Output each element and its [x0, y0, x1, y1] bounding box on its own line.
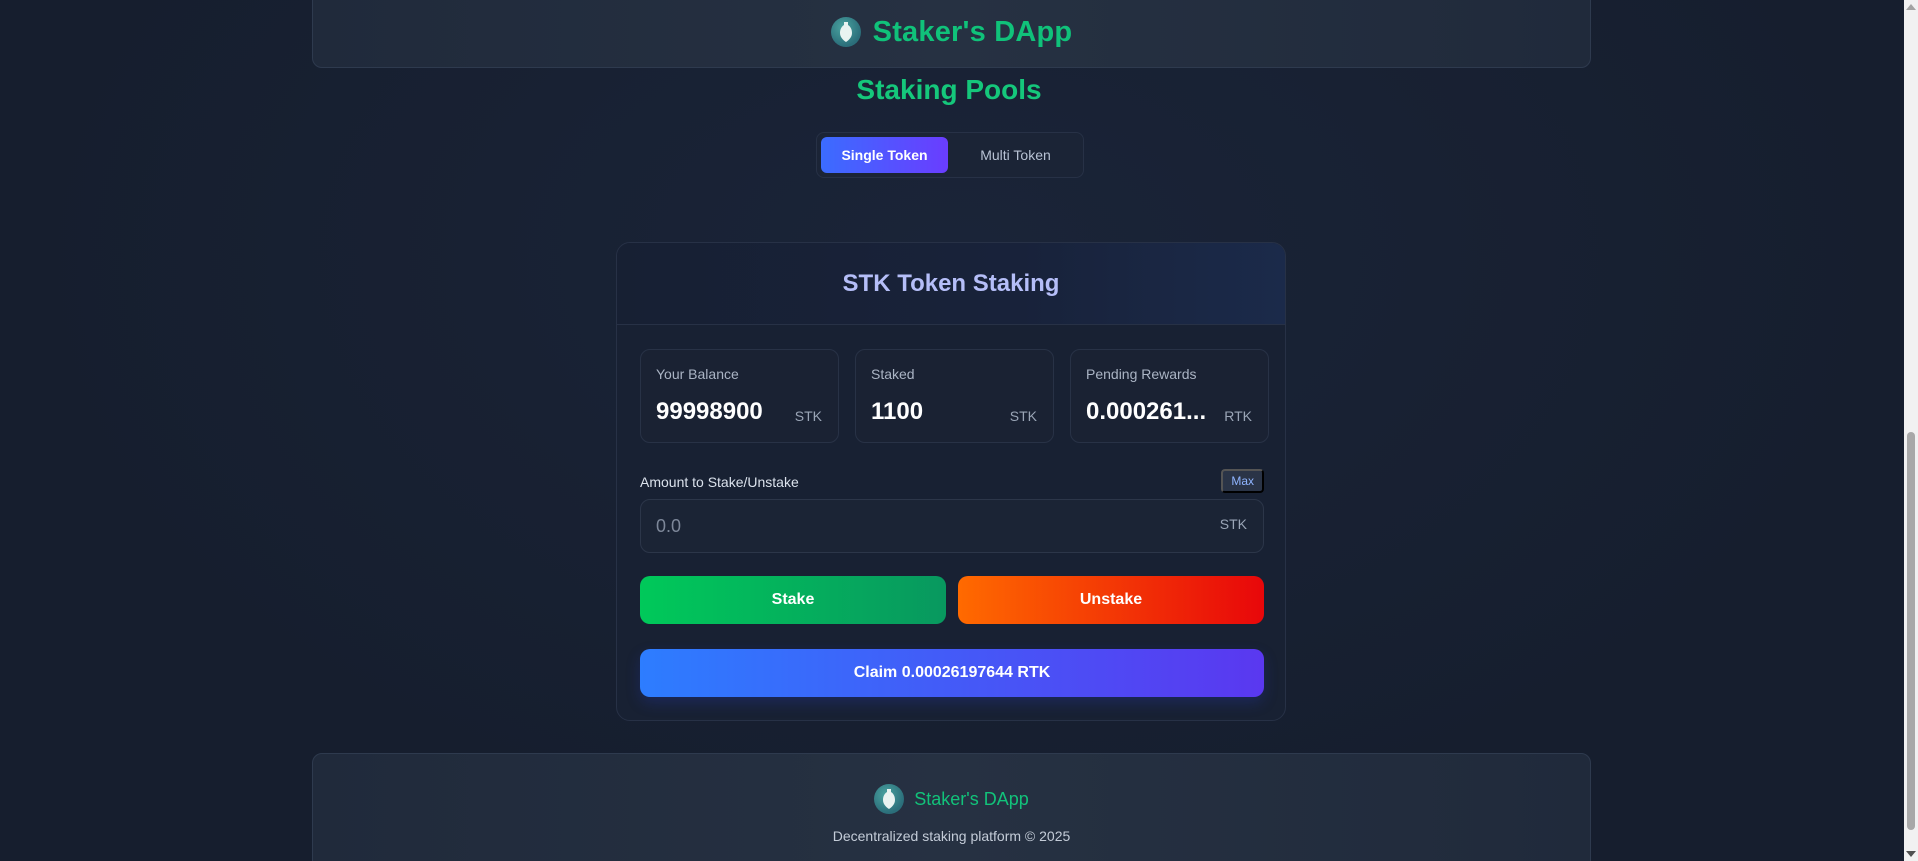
scroll-down-icon[interactable]	[1906, 851, 1916, 857]
stat-value: 1100	[871, 398, 924, 425]
card-header: STK Token Staking	[617, 243, 1285, 325]
action-buttons: Stake Unstake	[640, 576, 1264, 624]
staking-card: STK Token Staking Your Balance 99998900 …	[616, 242, 1286, 721]
stake-button[interactable]: Stake	[640, 576, 946, 624]
max-button[interactable]: Max	[1221, 469, 1264, 493]
amount-row: Amount to Stake/Unstake Max	[640, 469, 1264, 493]
app-footer: Staker's DApp Decentralized staking plat…	[312, 753, 1591, 861]
stat-staked: Staked 1100 STK	[855, 349, 1054, 443]
amount-field: STK	[640, 499, 1264, 553]
stat-value: 0.000261...	[1086, 398, 1207, 425]
vertical-scrollbar[interactable]	[1904, 0, 1918, 861]
unstake-button[interactable]: Unstake	[958, 576, 1264, 624]
card-title: STK Token Staking	[842, 269, 1060, 297]
stat-label: Staked	[871, 366, 915, 382]
stat-value: 99998900	[656, 398, 763, 425]
scroll-up-icon[interactable]	[1906, 4, 1916, 10]
page: Staker's DApp Staking Pools Single Token…	[0, 0, 1918, 861]
app-header: Staker's DApp	[312, 0, 1591, 68]
tab-multi-token[interactable]: Multi Token	[952, 137, 1079, 173]
stat-unit: STK	[1009, 408, 1037, 424]
claim-button[interactable]: Claim 0.00026197644 RTK	[640, 649, 1264, 697]
amount-label: Amount to Stake/Unstake	[640, 474, 799, 490]
footer-title: Staker's DApp	[914, 788, 1029, 809]
scrollbar-thumb[interactable]	[1907, 432, 1915, 830]
page-title: Staking Pools	[856, 74, 1042, 105]
amount-input[interactable]	[656, 500, 1196, 552]
tab-single-token[interactable]: Single Token	[821, 137, 948, 173]
stat-pending-rewards: Pending Rewards 0.000261... RTK	[1070, 349, 1269, 443]
stat-unit: STK	[794, 408, 822, 424]
app-title: Staker's DApp	[872, 15, 1073, 48]
pool-type-tabs: Single Token Multi Token	[816, 132, 1084, 178]
input-unit: STK	[1219, 516, 1247, 532]
vase-logo-icon	[830, 17, 861, 47]
stat-label: Pending Rewards	[1086, 366, 1197, 382]
footer-brand: Staker's DApp	[313, 784, 1590, 814]
footer-copyright: Decentralized staking platform © 2025	[832, 828, 1071, 844]
stat-unit: RTK	[1224, 408, 1252, 424]
stat-balance: Your Balance 99998900 STK	[640, 349, 839, 443]
stat-label: Your Balance	[656, 366, 739, 382]
stats-row: Your Balance 99998900 STK Staked 1100 ST…	[640, 349, 1269, 443]
vase-logo-icon	[874, 784, 905, 814]
